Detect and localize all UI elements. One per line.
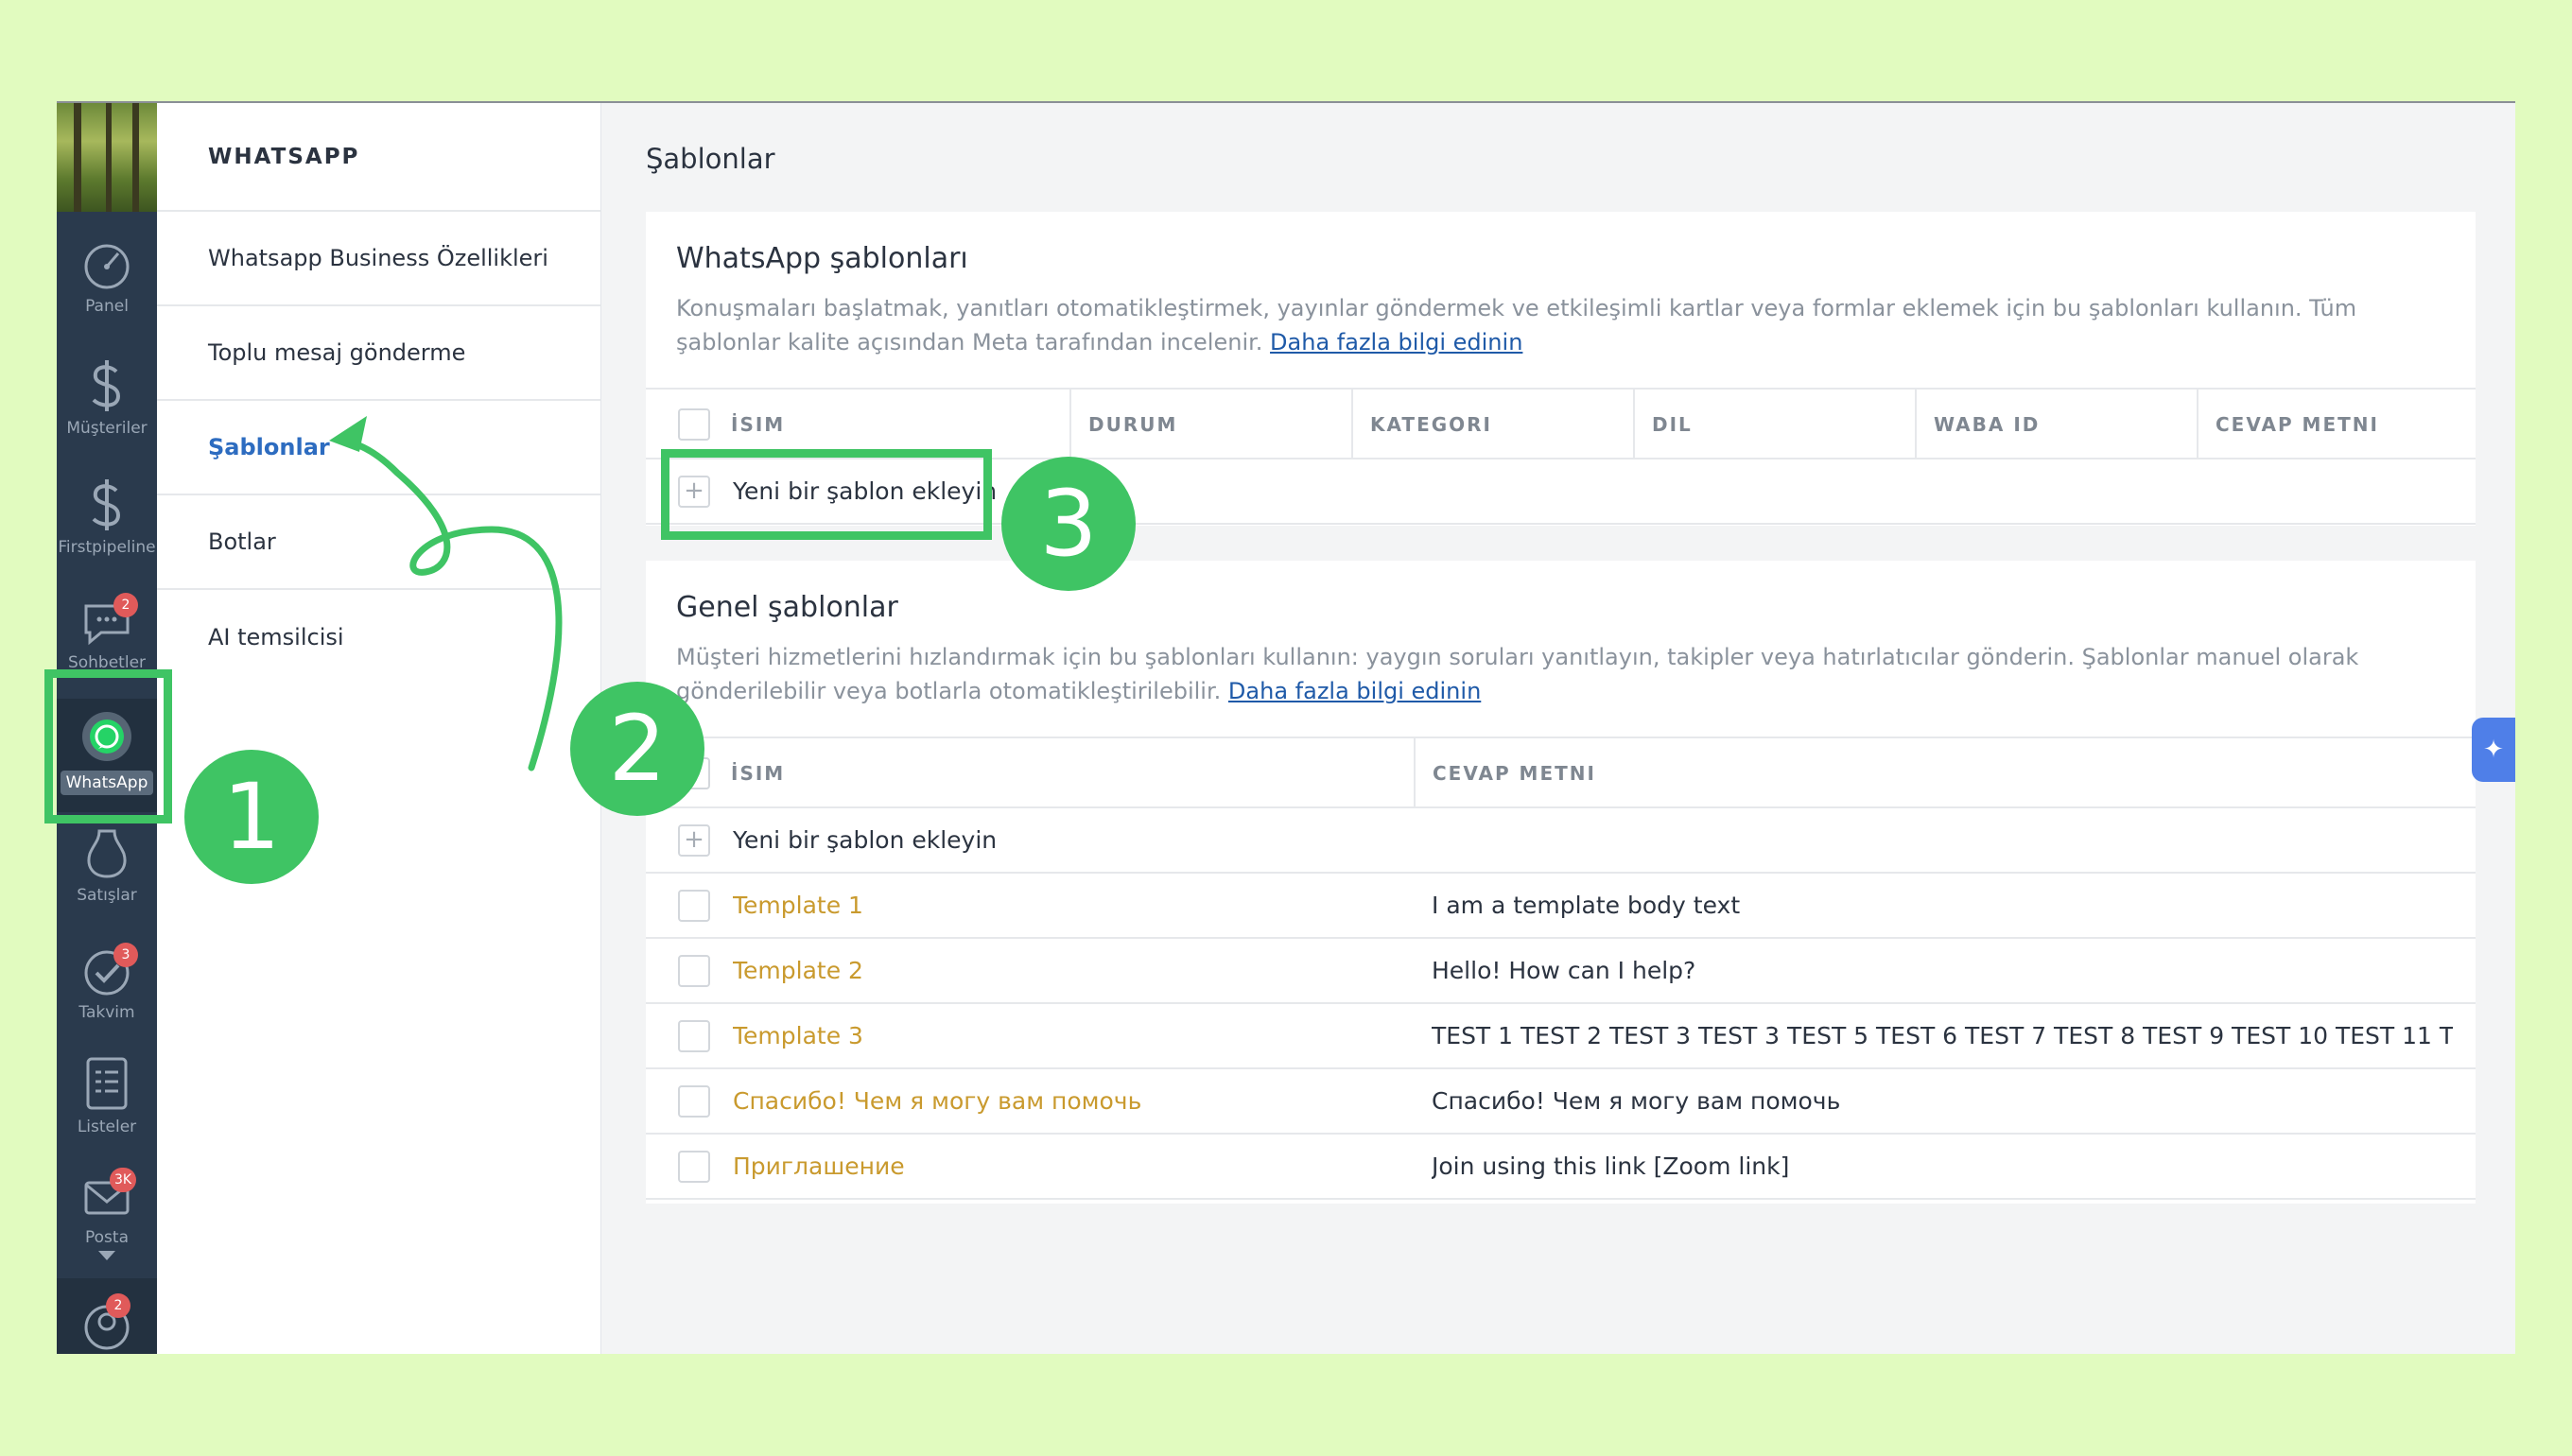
highlight-whatsapp <box>44 669 172 823</box>
tutorial-arrow <box>329 416 563 771</box>
highlight-add-template <box>661 449 992 540</box>
step-badge: 2 <box>570 682 704 816</box>
step-badge: 1 <box>184 750 319 884</box>
step-badge: 3 <box>1001 457 1136 591</box>
